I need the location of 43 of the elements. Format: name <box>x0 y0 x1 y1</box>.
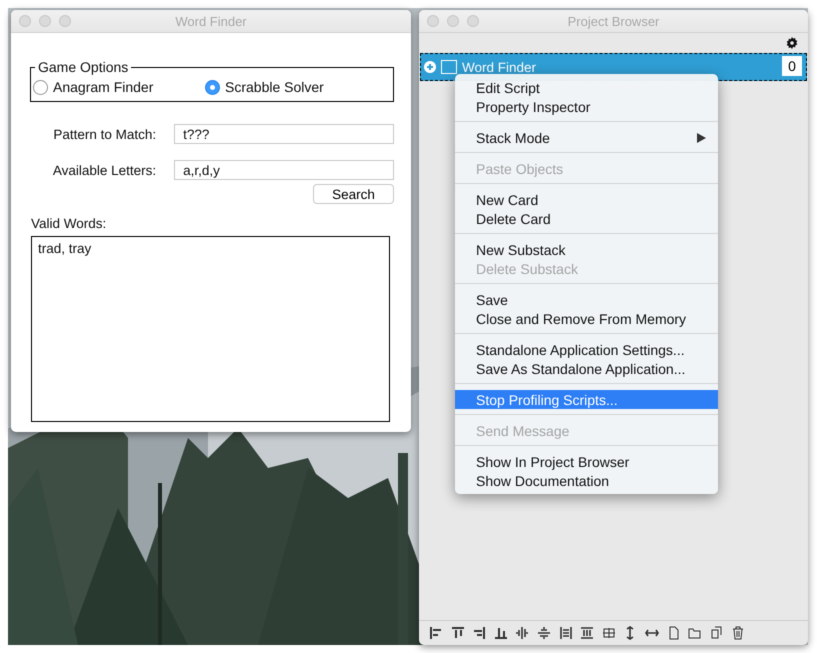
stack-name: Word Finder <box>462 60 536 74</box>
trash-icon[interactable] <box>731 626 746 640</box>
menu-item[interactable]: Stack Mode <box>455 128 718 147</box>
menu-item[interactable]: Standalone Application Settings... <box>455 340 718 359</box>
distribute-horizontal-icon[interactable] <box>580 626 594 640</box>
menu-item[interactable]: Save <box>455 290 718 309</box>
copy-icon[interactable] <box>710 626 724 640</box>
menu-item[interactable]: New Card <box>455 190 718 209</box>
align-right-icon[interactable] <box>472 626 486 640</box>
group-label: Game Options <box>37 59 130 75</box>
field-label: Pattern to Match: <box>52 126 158 142</box>
menu-item[interactable]: Delete Card <box>455 209 718 228</box>
radio-option[interactable]: Scrabble Solver <box>205 79 377 95</box>
expand-icon[interactable] <box>424 61 436 73</box>
stack-icon <box>441 60 457 74</box>
radio-option[interactable]: Anagram Finder <box>33 79 205 95</box>
menu-item[interactable]: Show In Project Browser <box>455 452 718 471</box>
menu-item[interactable]: Close and Remove From Memory <box>455 309 718 328</box>
menu-item[interactable]: Show Documentation <box>455 471 718 490</box>
align-left-icon[interactable] <box>429 626 443 640</box>
menu-item[interactable]: Property Inspector <box>455 97 718 116</box>
field-label: Available Letters: <box>52 162 158 178</box>
new-document-icon[interactable] <box>666 626 681 640</box>
menu-item[interactable]: Edit Script <box>455 78 718 97</box>
input-field[interactable]: a,r,d,y <box>174 160 394 180</box>
menu-item[interactable]: Save As Standalone Application... <box>455 359 718 378</box>
distribute-vertical-icon[interactable] <box>558 626 573 640</box>
center-vertical-icon[interactable] <box>536 626 551 640</box>
results-label: Valid Words: <box>31 216 108 231</box>
card-count: 0 <box>782 56 802 76</box>
folder-icon[interactable] <box>688 626 702 640</box>
results-box[interactable]: trad, tray <box>31 236 390 422</box>
menu-item[interactable]: Stop Profiling Scripts... <box>455 390 718 409</box>
search-button[interactable]: Search <box>313 184 394 204</box>
menu-item[interactable]: New Substack <box>455 240 718 259</box>
input-field[interactable]: t??? <box>174 124 394 144</box>
window-title: Project Browser <box>566 14 660 28</box>
window-title: Word Finder <box>174 14 248 28</box>
settings-icon[interactable] <box>786 37 798 49</box>
align-top-icon[interactable] <box>450 626 465 640</box>
resize-icon[interactable] <box>602 626 616 640</box>
center-horizontal-icon[interactable] <box>515 626 530 640</box>
align-bottom-icon[interactable] <box>494 626 508 640</box>
